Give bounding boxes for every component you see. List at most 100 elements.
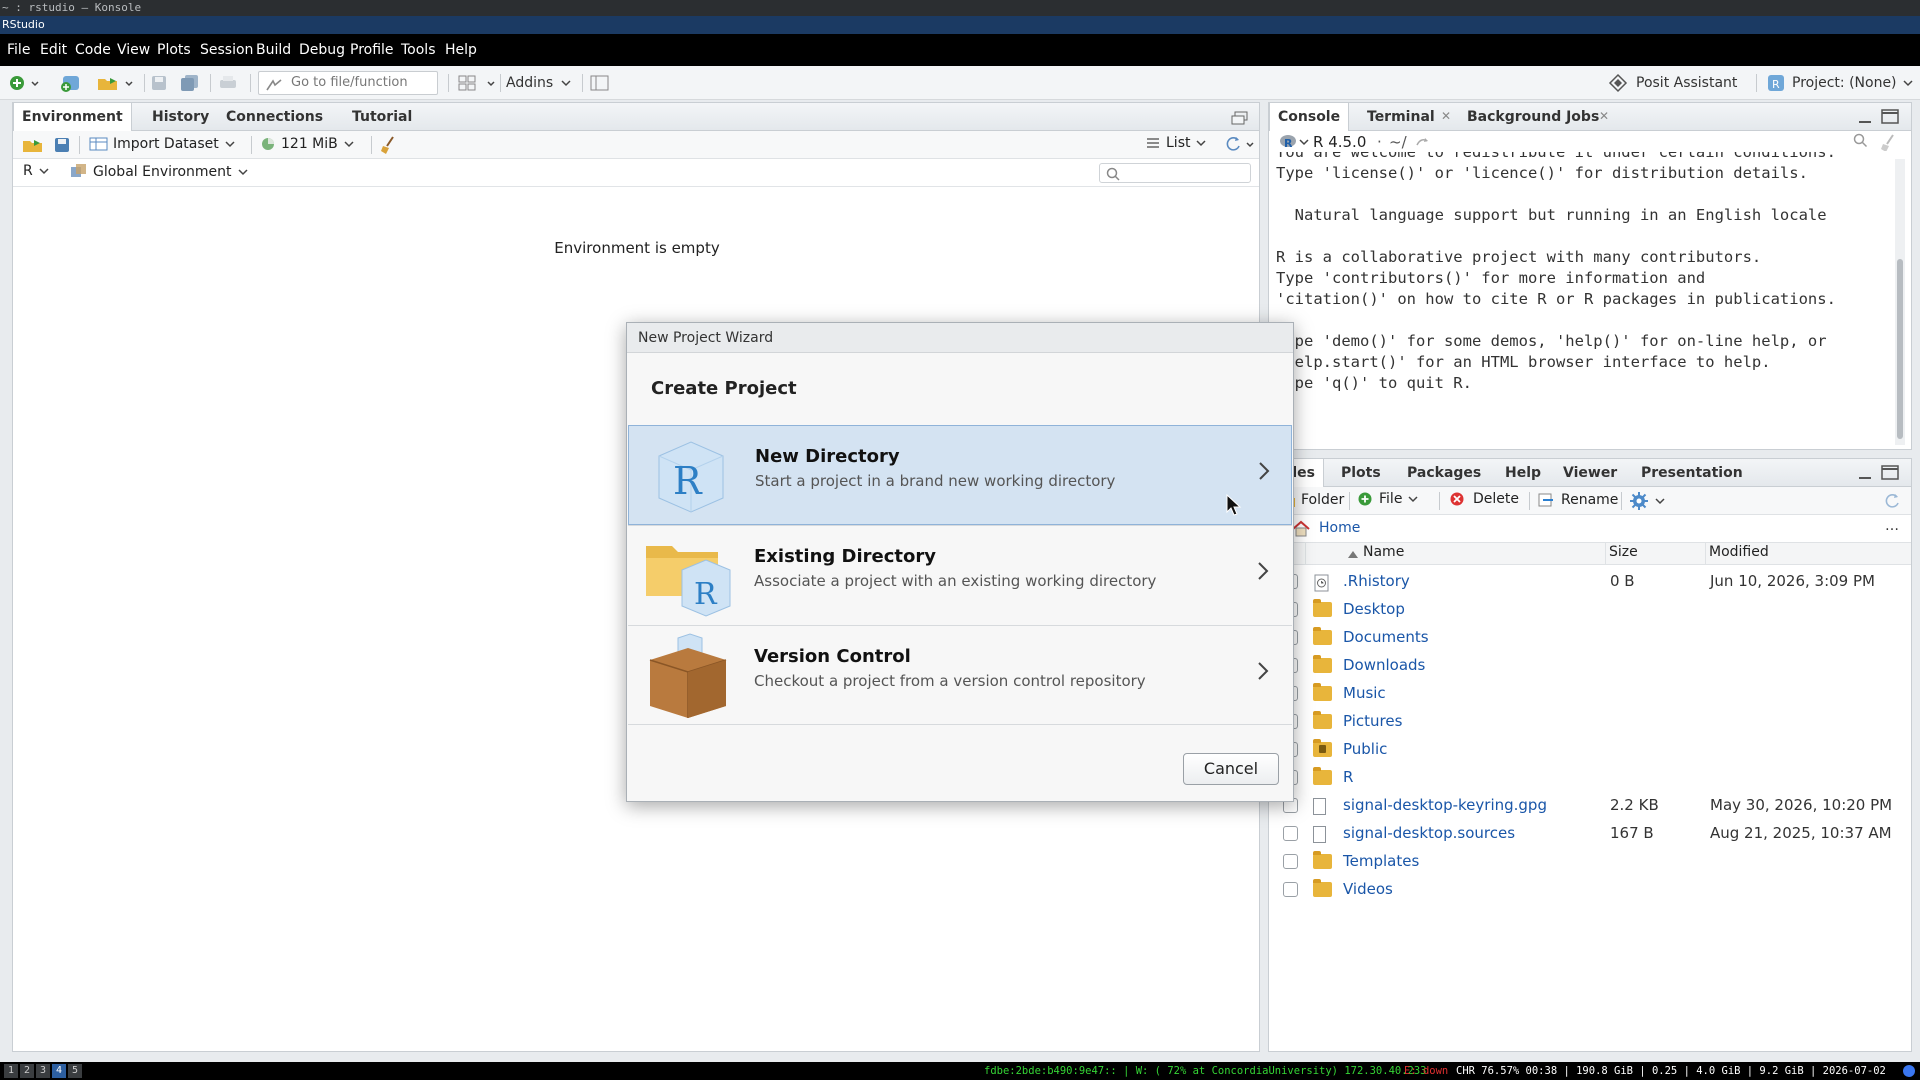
import-dataset-button[interactable]: Import Dataset: [89, 135, 237, 153]
file-name[interactable]: Videos: [1343, 880, 1393, 898]
save-workspace-icon[interactable]: [53, 136, 71, 154]
column-name[interactable]: Name: [1363, 544, 1404, 560]
working-dir-label[interactable]: ~/: [1389, 133, 1407, 151]
tab-presentation[interactable]: Presentation: [1633, 459, 1751, 487]
console-output[interactable]: You are welcome to redistribute it under…: [1276, 152, 1892, 442]
file-row[interactable]: Desktop: [1276, 596, 1896, 624]
close-background-jobs-icon[interactable]: ✕: [1599, 109, 1609, 123]
file-row[interactable]: R: [1276, 764, 1896, 792]
tab-plots[interactable]: Plots: [1333, 459, 1389, 487]
close-terminal-icon[interactable]: ✕: [1441, 109, 1451, 123]
console-scrollbar[interactable]: [1895, 159, 1905, 445]
file-row[interactable]: Pictures: [1276, 708, 1896, 736]
file-row[interactable]: Videos: [1276, 876, 1896, 904]
restore-pane-icon[interactable]: [1231, 111, 1249, 125]
row-checkbox[interactable]: [1283, 826, 1298, 841]
print-button[interactable]: [218, 72, 238, 94]
new-file-button[interactable]: File: [1357, 491, 1420, 507]
tab-tutorial[interactable]: Tutorial: [344, 103, 420, 131]
addins-button[interactable]: Addins: [506, 72, 573, 94]
menu-edit[interactable]: Edit: [40, 42, 67, 58]
tab-connections[interactable]: Connections: [218, 103, 331, 131]
workspace-5[interactable]: 5: [68, 1064, 82, 1078]
file-name[interactable]: Public: [1343, 740, 1387, 758]
save-button[interactable]: [150, 72, 168, 94]
chevron-down-icon[interactable]: [1299, 137, 1309, 147]
rename-button[interactable]: Rename: [1537, 491, 1618, 509]
save-all-button[interactable]: [180, 72, 200, 94]
pane-layout-button[interactable]: [458, 72, 498, 94]
new-file-button[interactable]: [8, 72, 40, 94]
open-file-button[interactable]: [96, 72, 136, 94]
list-view-button[interactable]: List: [1145, 135, 1208, 151]
menu-file[interactable]: File: [7, 42, 30, 58]
workspace-3[interactable]: 3: [36, 1064, 50, 1078]
file-row[interactable]: Downloads: [1276, 652, 1896, 680]
menu-debug[interactable]: Debug: [299, 42, 345, 58]
file-name[interactable]: Documents: [1343, 628, 1429, 646]
more-path-icon[interactable]: …: [1885, 518, 1899, 534]
more-actions-button[interactable]: [1629, 491, 1667, 511]
home-icon[interactable]: [1291, 520, 1311, 538]
menu-tools[interactable]: Tools: [401, 42, 436, 58]
new-directory-option[interactable]: R New Directory Start a project in a bra…: [628, 425, 1292, 525]
file-row[interactable]: Templates: [1276, 848, 1896, 876]
file-row[interactable]: Music: [1276, 680, 1896, 708]
new-project-button[interactable]: [60, 72, 84, 94]
file-name[interactable]: Pictures: [1343, 712, 1402, 730]
dialog-title[interactable]: New Project Wizard: [627, 323, 1293, 353]
tab-environment[interactable]: Environment: [13, 103, 132, 132]
breadcrumb-home[interactable]: Home: [1319, 520, 1360, 536]
file-row[interactable]: Public: [1276, 736, 1896, 764]
file-name[interactable]: Music: [1343, 684, 1386, 702]
load-workspace-icon[interactable]: [21, 136, 45, 154]
toggle-sidebar-button[interactable]: [590, 72, 610, 94]
file-row[interactable]: .Rhistory 0 B Jun 10, 2026, 3:09 PM: [1276, 568, 1896, 596]
tab-terminal[interactable]: Terminal: [1359, 103, 1443, 131]
tab-packages[interactable]: Packages: [1399, 459, 1489, 487]
environment-scope-selector[interactable]: Global Environment: [69, 163, 250, 181]
menu-view[interactable]: View: [117, 42, 150, 58]
delete-button[interactable]: Delete: [1449, 491, 1519, 507]
menu-help[interactable]: Help: [445, 42, 477, 58]
workspace-2[interactable]: 2: [20, 1064, 34, 1078]
row-checkbox[interactable]: [1283, 882, 1298, 897]
file-name[interactable]: R: [1343, 768, 1353, 786]
clear-console-icon[interactable]: [1879, 133, 1897, 151]
tab-help[interactable]: Help: [1497, 459, 1549, 487]
search-icon[interactable]: [1853, 133, 1869, 149]
posit-assistant-button[interactable]: Posit Assistant: [1608, 72, 1737, 94]
go-to-directory-icon[interactable]: [1415, 135, 1431, 149]
tab-viewer[interactable]: Viewer: [1555, 459, 1625, 487]
existing-directory-option[interactable]: R Existing Directory Associate a project…: [628, 525, 1292, 625]
file-name[interactable]: Templates: [1343, 852, 1419, 870]
file-row[interactable]: Documents: [1276, 624, 1896, 652]
tab-history[interactable]: History: [144, 103, 217, 131]
file-name[interactable]: signal-desktop.sources: [1343, 824, 1515, 842]
project-menu-button[interactable]: R Project: (None): [1766, 72, 1915, 94]
broom-icon[interactable]: [379, 135, 399, 155]
maximize-pane-icon[interactable]: [1881, 465, 1899, 481]
memory-usage-button[interactable]: 121 MiB: [259, 135, 356, 153]
row-checkbox[interactable]: [1283, 854, 1298, 869]
goto-file-input[interactable]: Go to file/function: [258, 71, 438, 95]
tab-console[interactable]: Console: [1269, 103, 1350, 132]
file-name[interactable]: Downloads: [1343, 656, 1425, 674]
environment-search-input[interactable]: [1099, 163, 1251, 183]
file-name[interactable]: .Rhistory: [1343, 572, 1410, 590]
workspace-1[interactable]: 1: [4, 1064, 18, 1078]
file-name[interactable]: Desktop: [1343, 600, 1405, 618]
menu-session[interactable]: Session: [200, 42, 253, 58]
cancel-button[interactable]: Cancel: [1183, 753, 1279, 785]
menu-plots[interactable]: Plots: [157, 42, 191, 58]
tab-background-jobs[interactable]: Background Jobs: [1459, 103, 1607, 131]
tray-chat-icon[interactable]: [1902, 1064, 1916, 1078]
version-control-option[interactable]: Version Control Checkout a project from …: [628, 625, 1292, 725]
file-row[interactable]: signal-desktop.sources 167 B Aug 21, 202…: [1276, 820, 1896, 848]
file-row[interactable]: signal-desktop-keyring.gpg 2.2 KB May 30…: [1276, 792, 1896, 820]
console-scrollbar-thumb[interactable]: [1897, 259, 1903, 439]
minimize-pane-icon[interactable]: [1857, 469, 1873, 481]
maximize-pane-icon[interactable]: [1881, 109, 1899, 125]
menu-code[interactable]: Code: [75, 42, 111, 58]
workspace-4[interactable]: 4: [52, 1064, 66, 1078]
